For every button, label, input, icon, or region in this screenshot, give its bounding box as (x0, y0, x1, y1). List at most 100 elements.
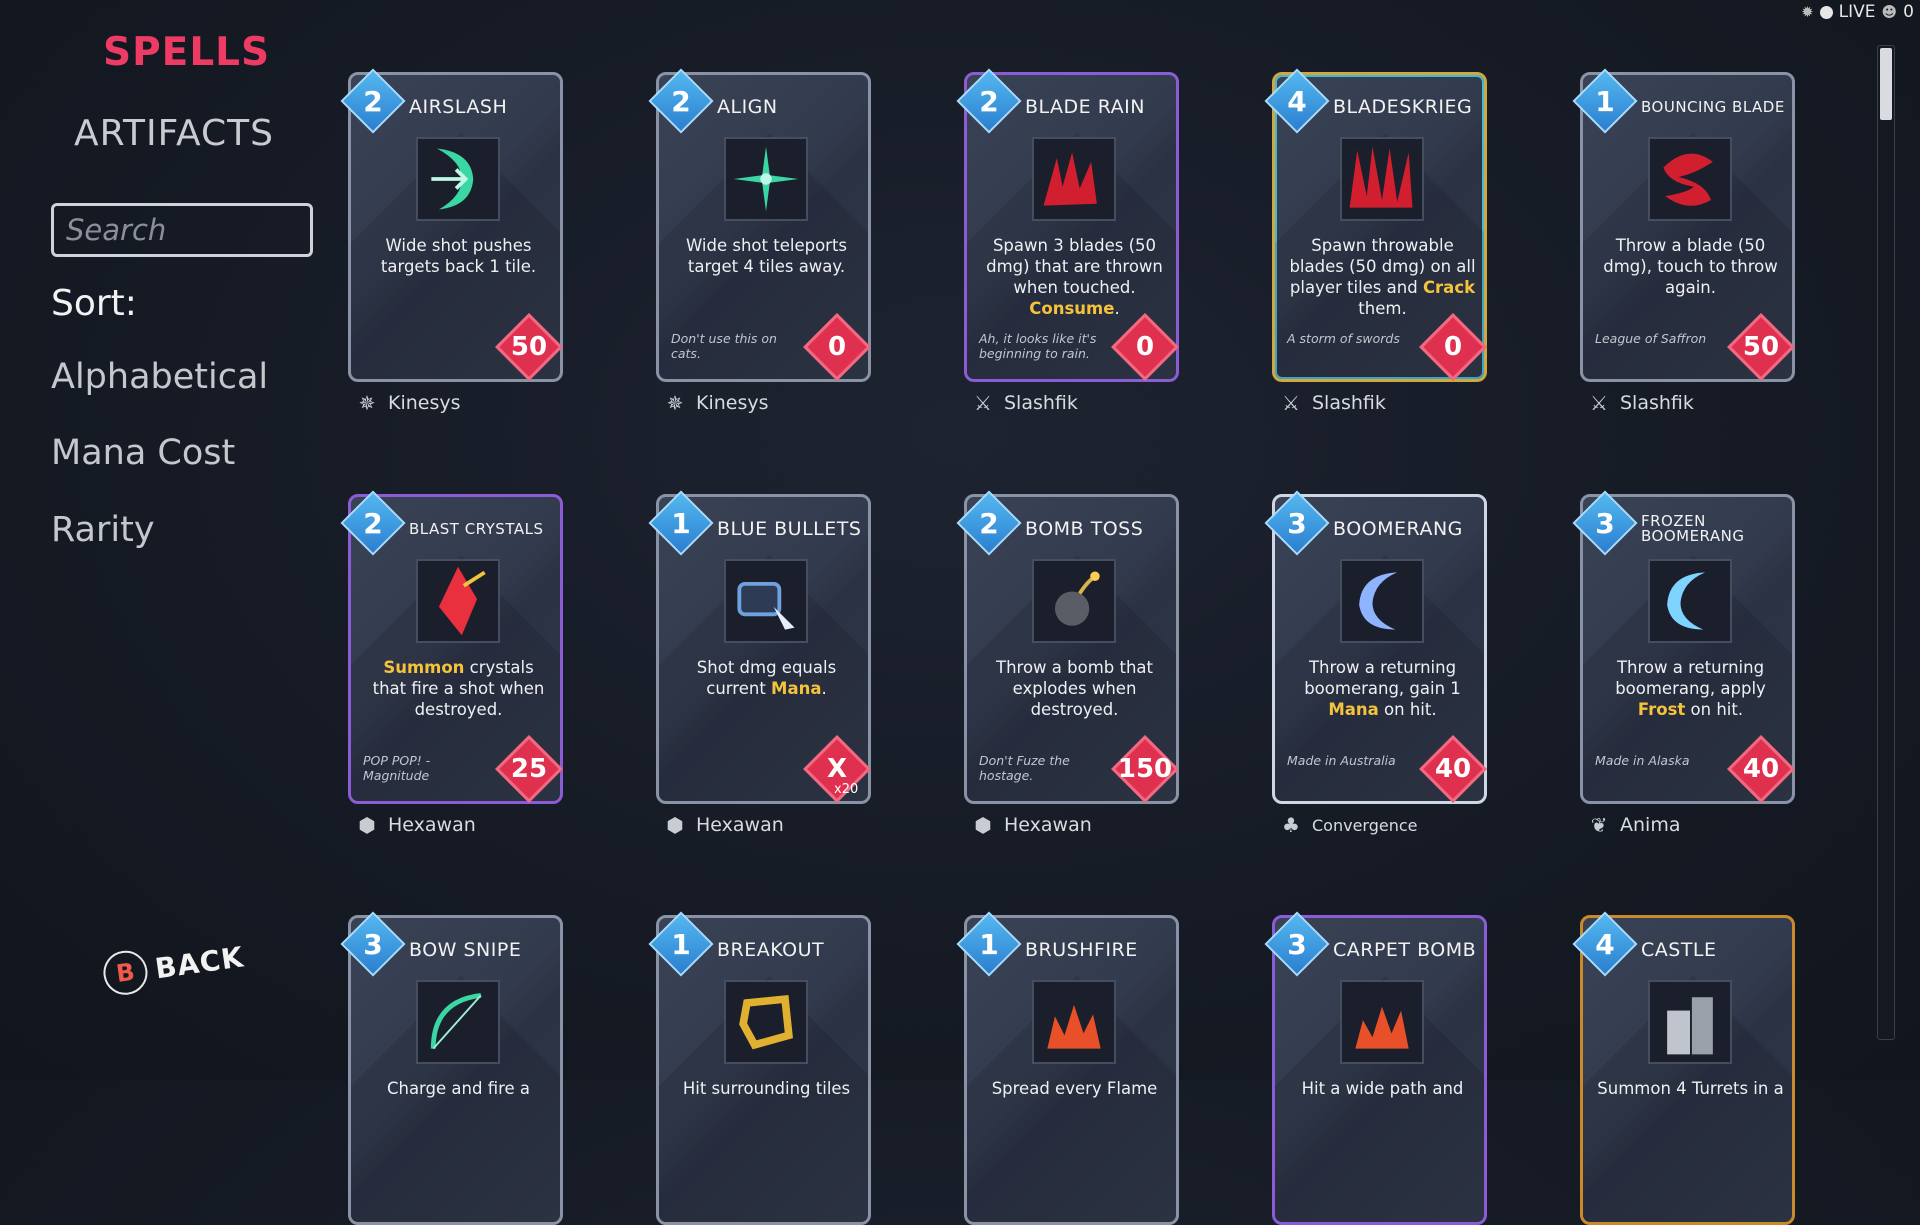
brushfire-art-icon (1032, 980, 1116, 1064)
desc-text: Throw a bomb that explodes when destroye… (995, 658, 1154, 719)
spell-card-carpet-bomb[interactable]: CARPET BOMB Hit a wide path and 3 (1264, 911, 1487, 1225)
element-label: Slashfik (1312, 392, 1386, 414)
bomb-toss-art-icon (1032, 559, 1116, 643)
card-description: Throw a returning boomerang, apply Frost… (1597, 657, 1784, 720)
viewers-icon: ☻ (1881, 3, 1898, 21)
spell-card-bladeskrieg[interactable]: BLADESKRIEG Spawn throwable blades (50 d… (1264, 68, 1487, 415)
desc-text: them. (1358, 299, 1407, 318)
desc-text: Wide shot teleports target 4 tiles away. (685, 236, 848, 276)
spell-card-breakout[interactable]: BREAKOUT Hit surrounding tiles 1 (648, 911, 871, 1225)
spell-card-bow-snipe[interactable]: BOW SNIPE Charge and fire a 3 (340, 911, 563, 1225)
card-description: Spawn throwable blades (50 dmg) on all p… (1289, 235, 1476, 319)
mana-cost-badge: 2 (956, 490, 1022, 556)
convergence-icon: ♣ (1282, 813, 1300, 837)
airslash-art-icon (416, 137, 500, 221)
element-label: Convergence (1312, 815, 1418, 835)
damage-value: 150 (1117, 754, 1173, 784)
spell-card-frozen-boomerang[interactable]: FROZEN BOOMERANG Throw a returning boome… (1572, 490, 1795, 837)
blade-rain-art-icon (1032, 137, 1116, 221)
card-title: FROZEN BOOMERANG (1641, 512, 1745, 545)
card-element: ⚔ Slashfik (1586, 390, 1694, 416)
mana-cost: 4 (1595, 927, 1615, 961)
mana-cost-badge: 1 (648, 911, 714, 977)
scrollbar-thumb[interactable] (1880, 48, 1892, 120)
mana-cost-badge: 2 (956, 68, 1022, 134)
card-title: AIRSLASH (409, 96, 508, 118)
element-label: Kinesys (696, 392, 769, 414)
card-title: ALIGN (717, 96, 778, 118)
card-description: Shot dmg equals current Mana. (673, 657, 860, 699)
card-title: BOW SNIPE (409, 939, 522, 961)
mana-cost: 2 (979, 84, 999, 118)
desc-text: Throw a blade (50 dmg), touch to throw a… (1603, 236, 1778, 297)
damage-badge: 150 (1111, 735, 1179, 803)
mana-cost-badge: 2 (340, 68, 406, 134)
spell-card-blue-bullets[interactable]: BLUE BULLETS Shot dmg equals current Man… (648, 490, 871, 837)
damage-value: 40 (1742, 754, 1780, 784)
card-title: BOOMERANG (1333, 518, 1463, 540)
desc-text: on hit. (1378, 700, 1437, 719)
keyword-highlight: Mana (1328, 700, 1379, 719)
card-title: CASTLE (1641, 939, 1717, 961)
damage-badge: 0 (803, 313, 871, 381)
mana-cost-badge: 3 (1572, 490, 1638, 556)
damage-badge: 40 (1419, 735, 1487, 803)
card-title: BREAKOUT (717, 939, 825, 961)
card-flavor-text: Don't use this on cats. (671, 331, 777, 361)
desc-text: Spawn 3 blades (50 dmg) that are thrown … (986, 236, 1163, 297)
hexawan-icon: ⬢ (666, 813, 684, 837)
mana-cost-badge: 4 (1264, 68, 1330, 134)
card-description: Spawn 3 blades (50 dmg) that are thrown … (981, 235, 1168, 319)
spell-card-blast-crystals[interactable]: BLAST CRYSTALS Summon crystals that fire… (340, 490, 563, 837)
card-flavor-text: A storm of swords (1287, 331, 1400, 346)
spell-card-boomerang[interactable]: BOOMERANG Throw a returning boomerang, g… (1264, 490, 1487, 837)
spell-card-bomb-toss[interactable]: BOMB TOSS Throw a bomb that explodes whe… (956, 490, 1179, 837)
mana-cost: 2 (363, 84, 383, 118)
card-title: BOUNCING BLADE (1641, 97, 1785, 116)
damage-badge: 0 (1111, 313, 1179, 381)
element-label: Hexawan (388, 814, 476, 836)
keyword-highlight: Consume (1029, 299, 1115, 318)
element-label: Slashfik (1004, 392, 1078, 414)
spell-card-align[interactable]: ALIGN Wide shot teleports target 4 tiles… (648, 68, 871, 415)
spell-card-blade-rain[interactable]: BLADE RAIN Spawn 3 blades (50 dmg) that … (956, 68, 1179, 415)
desc-text: Summon 4 Turrets in a (1597, 1079, 1784, 1098)
mana-cost-badge: 3 (1264, 490, 1330, 556)
mana-cost: 3 (1595, 506, 1615, 540)
card-title: BLADE RAIN (1025, 96, 1145, 118)
card-flavor-text: Ah, it looks like it's beginning to rain… (979, 331, 1097, 361)
keyword-highlight: Crack (1422, 278, 1476, 297)
card-element: ✵ Kinesys (662, 390, 769, 416)
damage-value: 0 (827, 332, 847, 362)
damage-badge: X x20 (803, 735, 871, 803)
desc-text: Throw a returning boomerang, apply (1615, 658, 1766, 698)
card-description: Hit surrounding tiles (673, 1078, 860, 1099)
hexawan-icon: ⬢ (974, 813, 992, 837)
card-description: Throw a returning boomerang, gain 1 Mana… (1289, 657, 1476, 720)
mana-cost: 2 (363, 506, 383, 540)
spell-card-brushfire[interactable]: BRUSHFIRE Spread every Flame 1 (956, 911, 1179, 1225)
element-label: Kinesys (388, 392, 461, 414)
viewer-count: 0 (1903, 2, 1914, 22)
scrollbar[interactable] (1877, 45, 1895, 1040)
mana-cost: 3 (1287, 927, 1307, 961)
spell-card-bouncing-blade[interactable]: BOUNCING BLADE Throw a blade (50 dmg), t… (1572, 68, 1795, 415)
breakout-art-icon (724, 980, 808, 1064)
desc-text: Charge and fire a (386, 1079, 531, 1098)
mana-cost: 2 (979, 506, 999, 540)
card-description: Charge and fire a (365, 1078, 552, 1099)
desc-text: Spread every Flame (991, 1079, 1158, 1098)
bow-snipe-art-icon (416, 980, 500, 1064)
castle-art-icon (1648, 980, 1732, 1064)
card-description: Summon 4 Turrets in a (1597, 1078, 1784, 1099)
spell-card-castle[interactable]: CASTLE Summon 4 Turrets in a 4 (1572, 911, 1795, 1225)
align-art-icon (724, 137, 808, 221)
spell-card-airslash[interactable]: AIRSLASH Wide shot pushes targets back 1… (340, 68, 563, 415)
damage-badge: 50 (495, 313, 563, 381)
damage-value: 0 (1135, 332, 1155, 362)
card-description: Throw a bomb that explodes when destroye… (981, 657, 1168, 720)
card-title: BLADESKRIEG (1333, 96, 1473, 118)
card-element: ✵ Kinesys (354, 390, 461, 416)
mana-cost-badge: 2 (648, 68, 714, 134)
mana-cost-badge: 3 (340, 911, 406, 977)
